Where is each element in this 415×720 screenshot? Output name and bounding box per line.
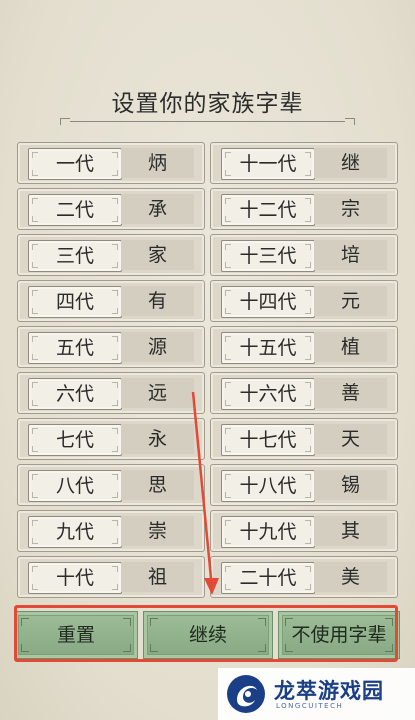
- watermark-subtitle: LONGCUITECH: [276, 702, 344, 710]
- watermark-name: 龙萃游戏园: [274, 679, 384, 703]
- watermark: 龙萃游戏园 LONGCUITECH: [218, 668, 415, 720]
- annotation-arrow-icon: [191, 391, 219, 595]
- dragon-logo-icon: [227, 675, 265, 713]
